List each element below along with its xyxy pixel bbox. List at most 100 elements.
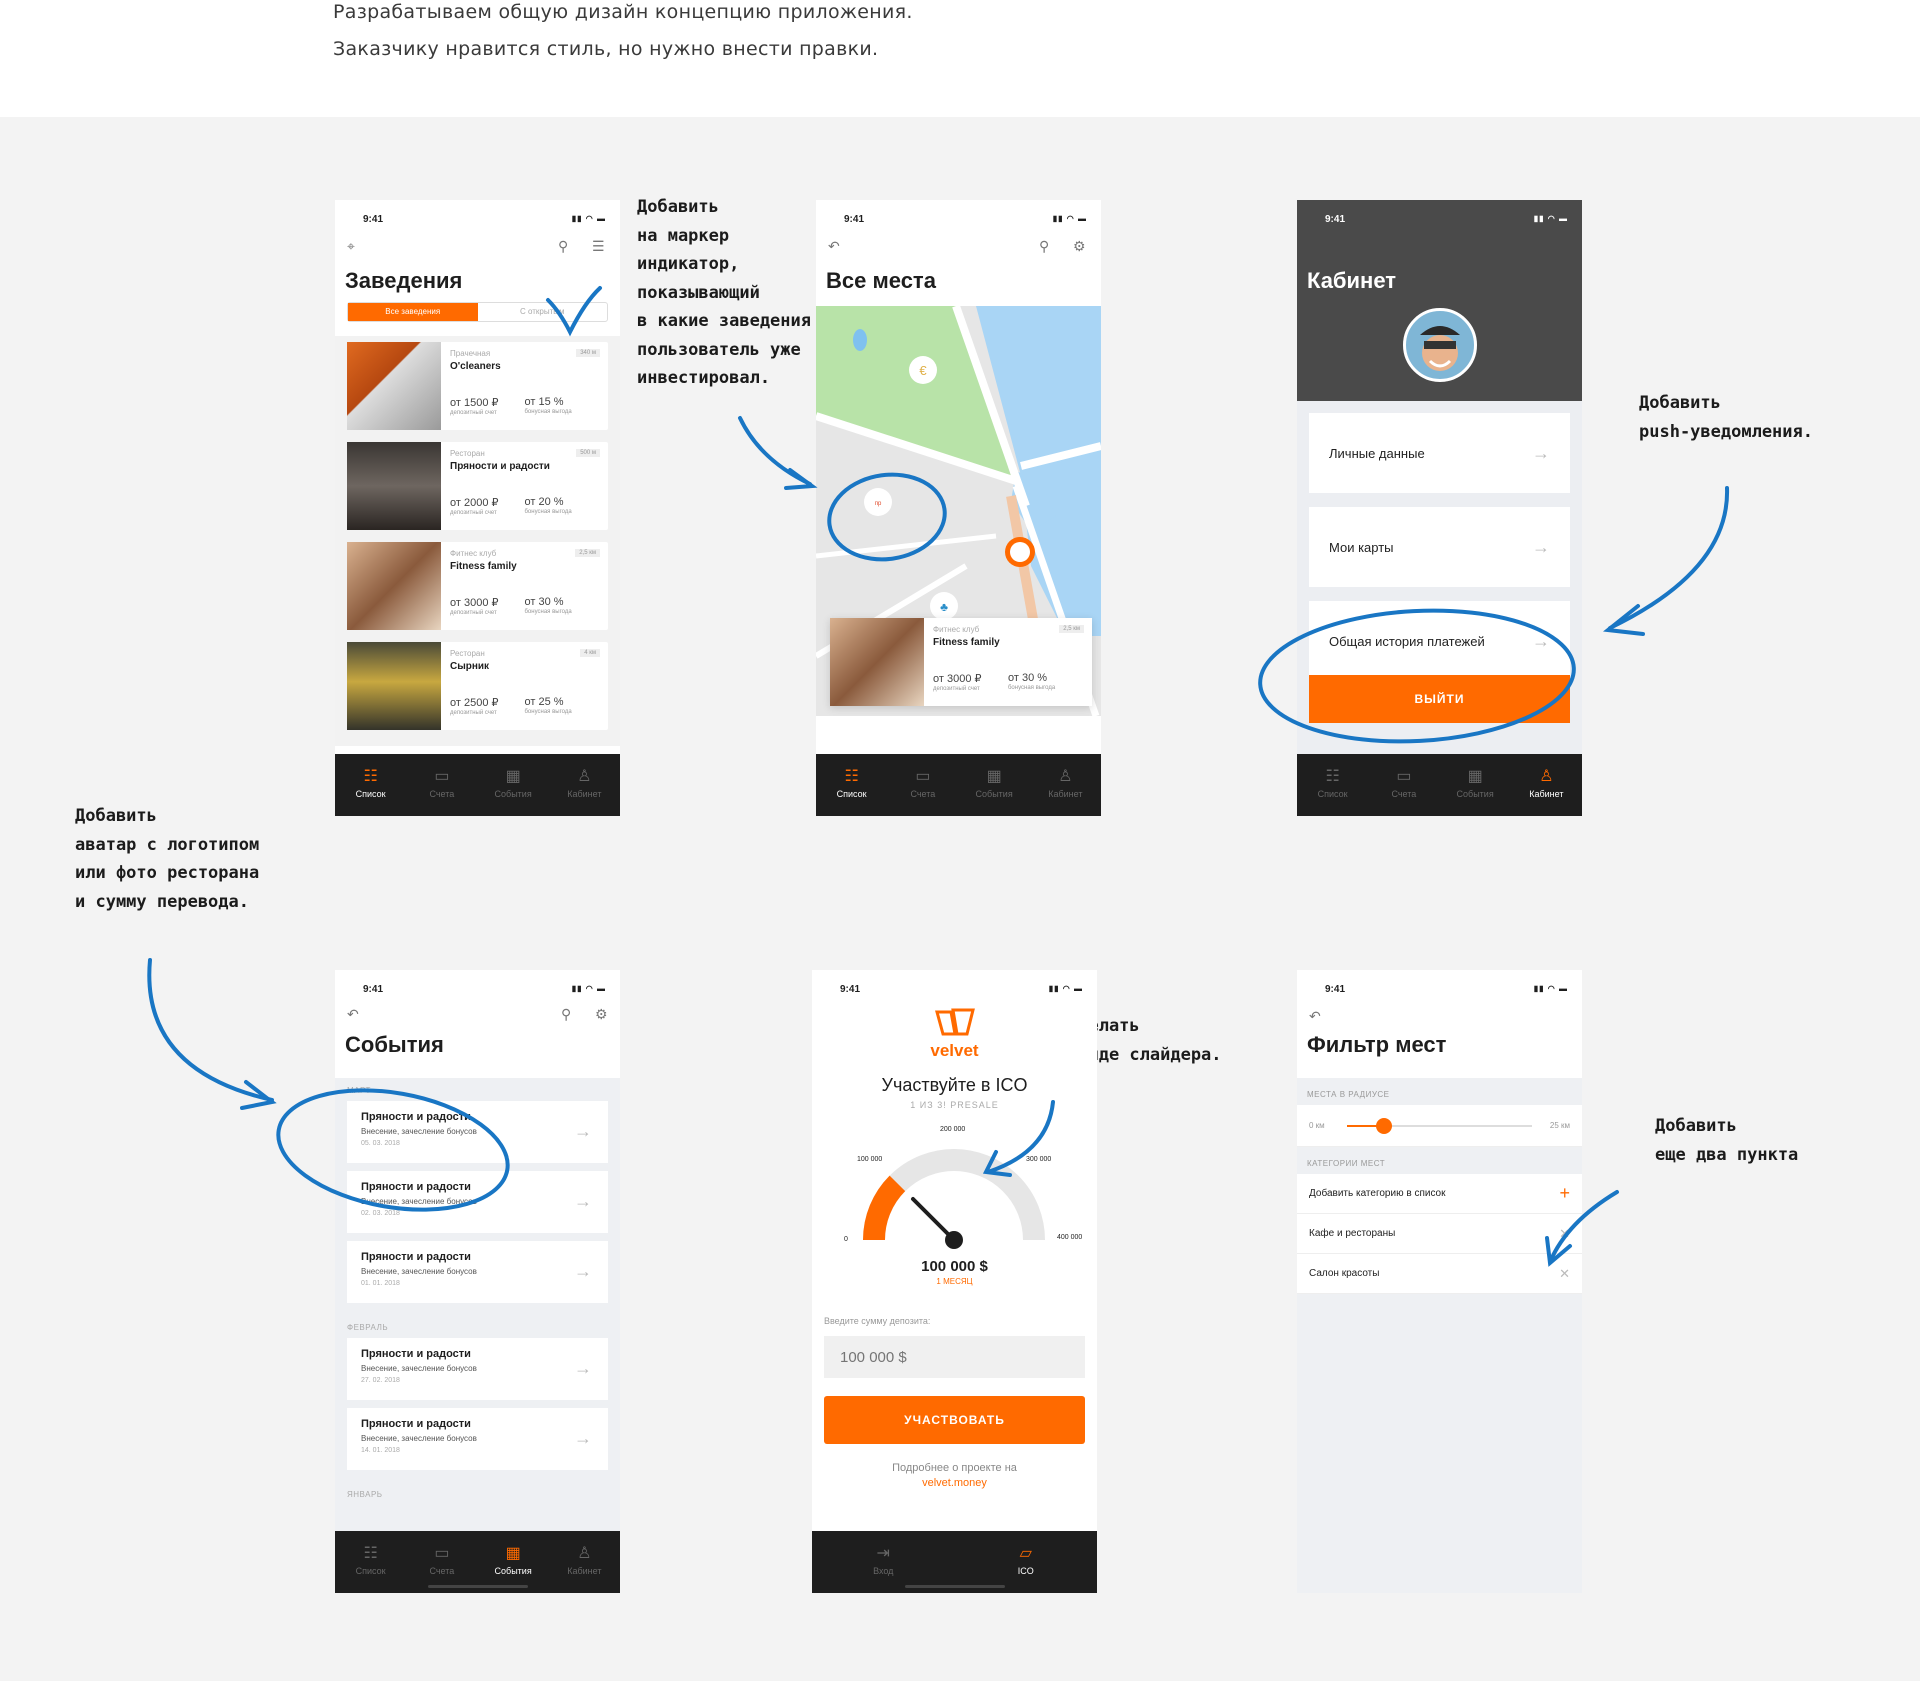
map-marker[interactable]: ♣ — [930, 592, 958, 620]
gauge[interactable]: 0 100 000 200 000 300 000 400 000 — [812, 1110, 1097, 1258]
gear-icon[interactable]: ⚙ — [1073, 238, 1086, 255]
radius-slider[interactable] — [1347, 1117, 1532, 1134]
tab-events[interactable]: ▦ События — [959, 754, 1030, 816]
venue-card[interactable]: Прачечная O'cleaners 340 м от 1500 ₽ депози… — [347, 342, 608, 430]
tab-cabinet[interactable]: ♙ Кабинет — [1511, 754, 1582, 816]
filter-icon[interactable]: ☰ — [592, 238, 605, 255]
logout-button[interactable]: ВЫЙТИ — [1309, 675, 1570, 723]
venue-photo — [830, 618, 924, 706]
tab-list[interactable]: ☷ Список — [335, 1531, 406, 1593]
map-marker[interactable]: пр — [864, 488, 892, 516]
tab-list[interactable]: ☷ Список — [335, 754, 406, 816]
event-item[interactable]: Пряности и радости Внесение, зачесление б… — [347, 1338, 608, 1400]
arrow-right-icon: → — [574, 1121, 592, 1141]
event-item[interactable]: Пряности и радости Внесение, зачесление б… — [347, 1171, 608, 1233]
search-icon[interactable]: ⚲ — [558, 238, 568, 255]
avatar[interactable] — [1403, 308, 1477, 382]
home-indicator — [904, 1585, 1005, 1588]
tab-accounts[interactable]: ▭ Счета — [1368, 754, 1439, 816]
plus-icon[interactable]: + — [1559, 1183, 1570, 1204]
menu-label: Личные данные — [1329, 445, 1425, 461]
ico-subtitle: 1 ИЗ 3! PRESALE — [910, 1100, 999, 1110]
event-desc: Внесение, зачесление бонусов — [361, 1267, 477, 1276]
close-icon[interactable]: ✕ — [1559, 1266, 1570, 1282]
tab-bar: ☷ Список ▭ Счета ▦ События ♙ Кабинет — [816, 754, 1101, 816]
home-indicator — [427, 1585, 528, 1588]
tab-events[interactable]: ▦ События — [478, 754, 549, 816]
status-time: 9:41 — [1325, 214, 1346, 225]
tab-list[interactable]: ☷ Список — [1297, 754, 1368, 816]
project-link[interactable]: velvet.money — [812, 1477, 1097, 1489]
venue-card[interactable]: Фитнес клуб Fitness family 2,5 км от 3000 … — [347, 542, 608, 630]
deposit-value: от 2500 ₽ — [450, 697, 499, 709]
deposit-input[interactable] — [824, 1336, 1085, 1378]
note-line: пользователь уже — [637, 339, 801, 360]
close-icon[interactable]: ✕ — [1559, 1226, 1570, 1242]
map-view[interactable]: € пр ♣ Фитнес клуб Fitness family 2,5 км о… — [816, 306, 1101, 716]
tab-cabinet[interactable]: ♙ Кабинет — [1030, 754, 1101, 816]
map-marker[interactable] — [1005, 537, 1035, 567]
deposit-value: от 2000 ₽ — [450, 497, 499, 509]
note-line: в какие заведения — [637, 311, 811, 331]
tab-accounts[interactable]: ▭ Счета — [887, 754, 958, 816]
menu-payment-history[interactable]: Общая история платежей → — [1309, 601, 1570, 681]
tab-list[interactable]: ☷ Список — [816, 754, 887, 816]
search-icon[interactable]: ⚲ — [561, 1006, 571, 1023]
signal-icon: ▮▮ ◠ ▬ — [571, 984, 606, 993]
status-time: 9:41 — [363, 984, 384, 995]
svg-text:♣: ♣ — [940, 600, 948, 614]
gear-icon[interactable]: ⚙ — [595, 1006, 608, 1023]
event-item[interactable]: Пряности и радости Внесение, зачесление б… — [347, 1408, 608, 1470]
slider-max: 25 км — [1549, 1121, 1570, 1130]
participate-button[interactable]: УЧАСТВОВАТЬ — [824, 1396, 1085, 1444]
menu-personal-data[interactable]: Личные данные → — [1309, 413, 1570, 493]
svg-text:пр: пр — [875, 501, 882, 507]
tab-events[interactable]: ▦ События — [1440, 754, 1511, 816]
event-name: Пряности и радости — [361, 1348, 471, 1360]
add-category-row[interactable]: Добавить категорию в список + — [1297, 1174, 1582, 1214]
tab-accounts[interactable]: ▭ Счета — [406, 754, 477, 816]
deposit-value: от 3000 ₽ — [450, 597, 499, 609]
segment-open[interactable]: С открытым — [478, 303, 608, 321]
bonus-label: бонусная выгода — [524, 409, 572, 415]
venue-card[interactable]: Фитнес клуб Fitness family 2,5 км от 3000 … — [830, 618, 1092, 706]
tab-label: События — [494, 789, 532, 799]
slider-knob[interactable] — [1376, 1117, 1392, 1134]
search-icon[interactable]: ⚲ — [1039, 238, 1049, 255]
menu-my-cards[interactable]: Мои карты → — [1309, 507, 1570, 587]
bonus-label: бонусная выгода — [524, 709, 572, 715]
arrow-right-icon: → — [574, 1358, 592, 1378]
bonus-value: от 30 % — [1008, 672, 1048, 684]
segment-all[interactable]: Все заведения — [348, 303, 478, 321]
note-line: инвестировал. — [637, 368, 771, 388]
event-item[interactable]: Пряности и радости Внесение, зачесление б… — [347, 1241, 608, 1303]
event-item[interactable]: Пряности и радости Внесение, зачесление б… — [347, 1101, 608, 1163]
event-name: Пряности и радости — [361, 1418, 471, 1430]
back-icon[interactable]: ↶ — [828, 238, 840, 255]
user-icon: ♙ — [1058, 768, 1073, 785]
bonus-label: бонусная выгода — [1008, 685, 1056, 691]
tab-events[interactable]: ▦ События — [478, 1531, 549, 1593]
tab-ico[interactable]: ▱ ICO — [955, 1531, 1098, 1593]
status-bar: 9:41 ▮▮ ◠ ▬ — [1297, 200, 1582, 232]
tab-cabinet[interactable]: ♙ Кабинет — [549, 1531, 620, 1593]
event-date: 14. 01. 2018 — [361, 1447, 400, 1454]
venue-card[interactable]: Ресторан Сырник 4 км от 2500 ₽ депозитный с… — [347, 642, 608, 730]
signal-icon: ▮▮ ◠ ▬ — [1533, 984, 1568, 993]
filter-header: 9:41 ▮▮ ◠ ▬ ↶ Фильтр мест — [1297, 970, 1582, 1078]
deposit-label: депозитный счет — [450, 610, 497, 616]
map-marker[interactable]: € — [909, 356, 937, 384]
calendar-icon: ▦ — [505, 768, 521, 785]
event-desc: Внесение, зачесление бонусов — [361, 1364, 477, 1373]
section-radius: МЕСТА В РАДИУСЕ — [1297, 1078, 1582, 1105]
back-icon[interactable]: ↶ — [1309, 1008, 1321, 1025]
venue-card[interactable]: Ресторан Пряности и радости 500 м от 2000 … — [347, 442, 608, 530]
back-icon[interactable]: ↶ — [347, 1006, 359, 1023]
user-icon: ♙ — [577, 1545, 592, 1562]
location-pin-icon[interactable]: ⌖ — [347, 238, 355, 255]
tab-login[interactable]: ⇥ Вход — [812, 1531, 955, 1593]
tab-accounts[interactable]: ▭ Счета — [406, 1531, 477, 1593]
gauge-tick: 0 — [844, 1236, 848, 1243]
tab-cabinet[interactable]: ♙ Кабинет — [549, 754, 620, 816]
user-icon: ♙ — [1539, 768, 1554, 785]
